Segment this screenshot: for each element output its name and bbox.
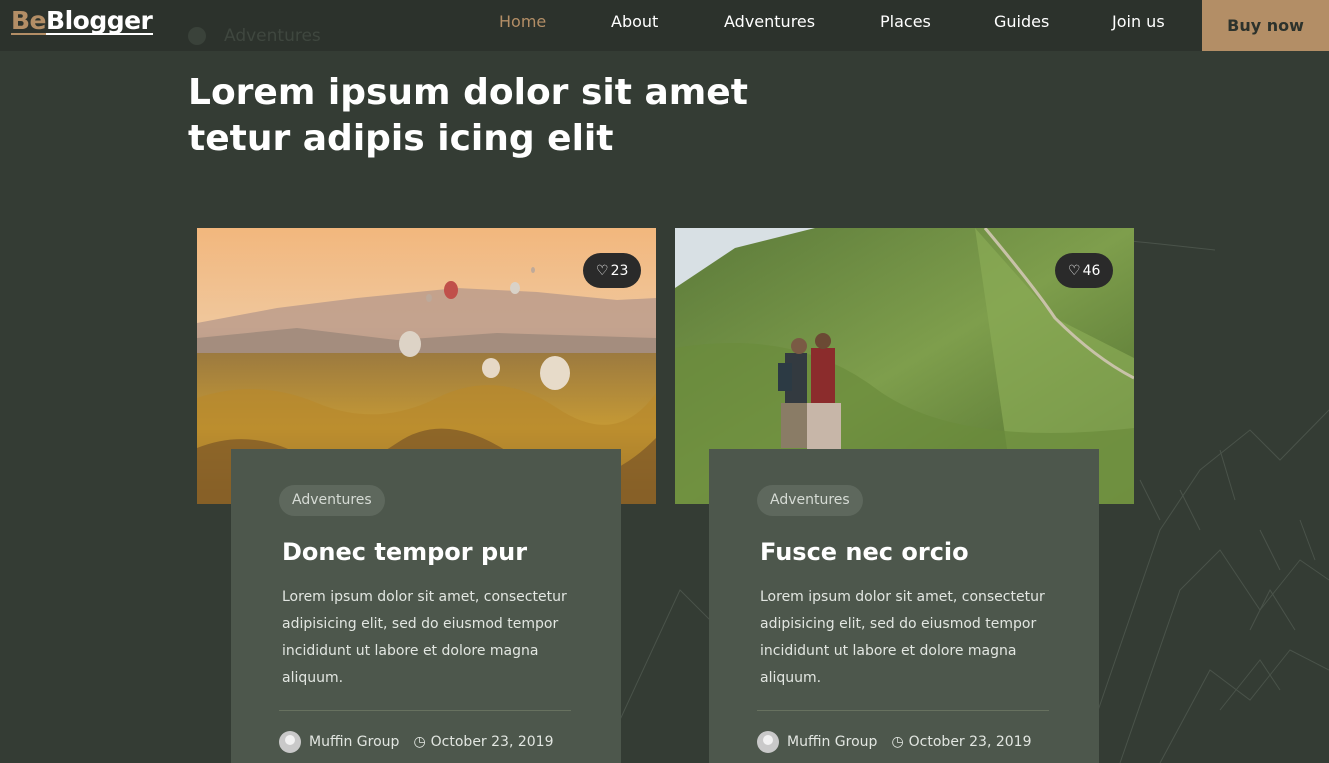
logo-underline (11, 33, 153, 35)
buy-now-button[interactable]: Buy now (1202, 0, 1329, 51)
post-meta: Muffin Group ◷ October 23, 2019 (757, 731, 1049, 753)
author-name[interactable]: Muffin Group (787, 734, 877, 750)
avatar (279, 731, 301, 753)
nav-item-about[interactable]: About (611, 12, 658, 32)
likes-count: 23 (610, 262, 629, 279)
logo-prefix: Be (11, 6, 47, 35)
post-date: October 23, 2019 (430, 734, 554, 750)
post-excerpt: Lorem ipsum dolor sit amet, consectetur … (282, 589, 567, 686)
clock-icon: ◷ (413, 734, 426, 750)
nav-item-guides[interactable]: Guides (994, 12, 1049, 32)
post-title[interactable]: Fusce nec orcio (760, 537, 1049, 567)
category-tag[interactable]: Adventures (279, 485, 385, 516)
page-title-line-2: tetur adipis icing elit (188, 118, 614, 159)
nav-item-adventures[interactable]: Adventures (724, 12, 815, 32)
nav-item-join-us[interactable]: Join us (1112, 12, 1165, 32)
category-tag[interactable]: Adventures (757, 485, 863, 516)
faded-category-text: Adventures (224, 26, 321, 46)
post-date: October 23, 2019 (908, 734, 1032, 750)
author-name[interactable]: Muffin Group (309, 734, 399, 750)
post-card: Adventures Donec tempor pur Lorem ipsum … (231, 449, 621, 763)
nav-item-home[interactable]: Home (499, 12, 546, 32)
heart-icon: ♡ (1068, 262, 1081, 279)
likes-counter[interactable]: ♡ 46 (1055, 253, 1114, 288)
clock-icon: ◷ (891, 734, 904, 750)
page-title: Lorem ipsum dolor sit amet tetur adipis … (188, 70, 828, 162)
heart-icon: ♡ (596, 262, 609, 279)
post-title[interactable]: Donec tempor pur (282, 537, 571, 567)
divider (279, 710, 571, 711)
nav-item-places[interactable]: Places (880, 12, 931, 32)
divider (757, 710, 1049, 711)
likes-counter[interactable]: ♡ 23 (583, 253, 642, 288)
post-card: Adventures Fusce nec orcio Lorem ipsum d… (709, 449, 1099, 763)
compass-icon (188, 27, 206, 45)
logo-suffix: Blogger (46, 6, 153, 35)
likes-count: 46 (1082, 262, 1101, 279)
post-meta: Muffin Group ◷ October 23, 2019 (279, 731, 571, 753)
post-excerpt: Lorem ipsum dolor sit amet, consectetur … (760, 589, 1045, 686)
faded-category-label: Adventures (188, 26, 321, 46)
page-title-line-1: Lorem ipsum dolor sit amet (188, 72, 748, 113)
avatar (757, 731, 779, 753)
